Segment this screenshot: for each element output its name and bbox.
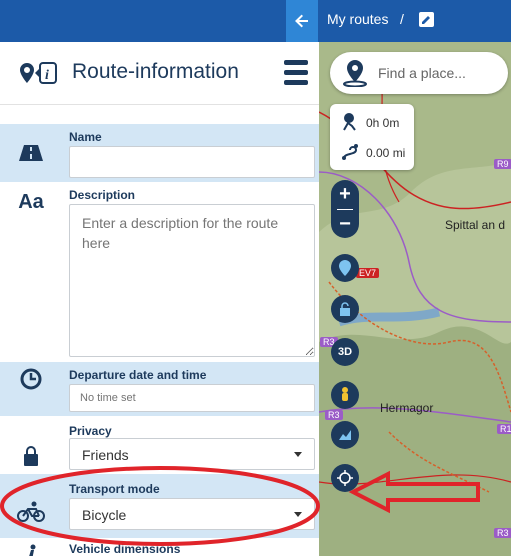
annotation-overlay bbox=[0, 466, 480, 546]
